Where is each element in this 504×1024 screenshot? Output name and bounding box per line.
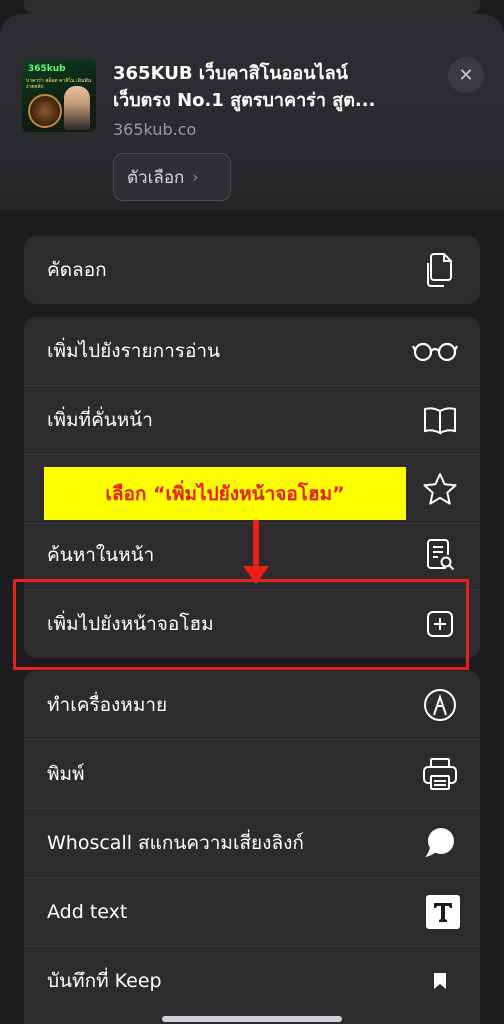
instruction-callout-text: เลือก “เพิ่มไปยังหน้าจอโฮม” — [105, 482, 345, 505]
thumbnail-brand: 365kub — [28, 64, 66, 74]
site-thumbnail: 365kub บาคาร่า สล็อต คาสิโน เดิมพัน ง่าย… — [22, 60, 96, 132]
options-label: ตัวเลือก — [127, 167, 185, 188]
menu-item-add-bookmark-label: เพิ่มที่คั่นหน้า — [47, 409, 153, 431]
menu-item-markup[interactable]: ทำเครื่องหมาย — [24, 671, 480, 739]
star-icon — [420, 469, 460, 509]
markup-pen-icon — [420, 685, 460, 725]
printer-icon — [420, 754, 460, 794]
menu-item-find-on-page-label: ค้นหาในหน้า — [47, 544, 155, 566]
text-t-icon — [426, 895, 460, 929]
menu-item-print-label: พิมพ์ — [47, 763, 85, 785]
menu-item-whoscall-label: Whoscall สแกนความเสี่ยงลิงก์ — [47, 832, 304, 854]
share-sheet-header: 365kub บาคาร่า สล็อต คาสิโน เดิมพัน ง่าย… — [0, 14, 504, 210]
bookmark-icon — [420, 961, 460, 1001]
chevron-right-icon: › — [192, 168, 199, 186]
whoscall-icon — [420, 823, 460, 863]
background-sheet-edge — [24, 0, 480, 14]
close-button[interactable]: ✕ — [448, 57, 484, 93]
instruction-callout: เลือก “เพิ่มไปยังหน้าจอโฮม” — [44, 467, 406, 520]
instruction-arrow-shaft — [253, 520, 259, 570]
find-page-icon — [420, 535, 460, 575]
book-icon — [420, 400, 460, 440]
glasses-icon — [410, 331, 460, 371]
menu-group-copy: คัดลอก — [24, 236, 480, 304]
roulette-wheel-graphic — [28, 94, 62, 128]
menu-item-markup-label: ทำเครื่องหมาย — [47, 694, 168, 716]
menu-item-print[interactable]: พิมพ์ — [24, 740, 480, 808]
page-title: 365KUB เว็บคาสิโนออนไลน์ เว็บตรง No.1 สู… — [113, 60, 413, 114]
menu-item-add-bookmark[interactable]: เพิ่มที่คั่นหน้า — [24, 386, 480, 454]
home-indicator — [162, 1016, 342, 1022]
menu-item-whoscall[interactable]: Whoscall สแกนความเสี่ยงลิงก์ — [24, 809, 480, 877]
menu-group-more-actions: ทำเครื่องหมาย พิมพ์ Whoscall สแกนความเสี… — [24, 671, 480, 1024]
close-icon: ✕ — [458, 64, 474, 86]
page-title-line1: 365KUB เว็บคาสิโนออนไลน์ — [113, 63, 348, 84]
page-title-line2: เว็บตรง No.1 สูตรบาคาร่า สูต... — [113, 90, 376, 111]
highlight-box — [13, 579, 469, 670]
page-url: 365kub.co — [113, 120, 197, 139]
menu-item-add-text-label: Add text — [47, 901, 128, 923]
menu-item-add-reading-list-label: เพิ่มไปยังรายการอ่าน — [47, 340, 221, 362]
menu-item-copy[interactable]: คัดลอก — [24, 236, 480, 304]
menu-item-add-reading-list[interactable]: เพิ่มไปยังรายการอ่าน — [24, 317, 480, 385]
options-button[interactable]: ตัวเลือก › — [113, 153, 231, 201]
person-graphic — [64, 86, 90, 130]
menu-item-save-to-keep[interactable]: บันทึกที่ Keep — [24, 947, 480, 1015]
menu-item-copy-label: คัดลอก — [47, 259, 107, 281]
menu-item-add-text[interactable]: Add text — [24, 878, 480, 946]
menu-item-save-to-keep-label: บันทึกที่ Keep — [47, 970, 162, 992]
copy-icon — [420, 250, 460, 290]
